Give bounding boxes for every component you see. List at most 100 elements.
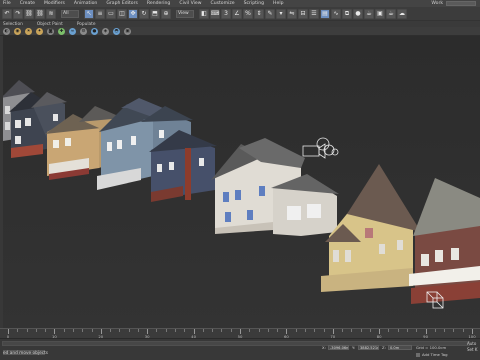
percent-snap-icon: %: [245, 10, 251, 17]
edit-named-sets-button[interactable]: ✎: [265, 8, 275, 19]
pivot-button[interactable]: ◧: [199, 8, 209, 19]
named-sets-button[interactable]: ▾: [276, 8, 286, 19]
camera-icon[interactable]: ◙: [47, 27, 54, 35]
menu-create[interactable]: Create: [20, 1, 35, 6]
layer-explorer-icon: ☰: [311, 10, 317, 17]
move-button[interactable]: ✥: [128, 8, 138, 19]
menu-customize[interactable]: Customize: [210, 1, 234, 6]
timeline-tick: [323, 329, 325, 332]
timeline-tick: [369, 329, 371, 332]
timeline-tick: [397, 329, 399, 332]
unlink-button[interactable]: ⛓: [35, 8, 45, 19]
spinner-snap-button[interactable]: ⇕: [254, 8, 264, 19]
redo-button[interactable]: ↷: [13, 8, 23, 19]
timeline-tick: [212, 329, 214, 332]
timeline-tick: [72, 329, 74, 332]
grid-size: Grid = 100.0cm: [416, 345, 447, 350]
lock-selection-icon[interactable]: ◉: [14, 27, 21, 35]
place-button[interactable]: ⊕: [161, 8, 171, 19]
menu-rendering[interactable]: Rendering: [147, 1, 170, 6]
light-icon[interactable]: ✦: [36, 27, 43, 35]
set-key-button[interactable]: Set K: [467, 347, 477, 353]
a360-render-button[interactable]: ☁: [397, 8, 407, 19]
menu-help[interactable]: Help: [273, 1, 283, 6]
mirror-button[interactable]: ⇋: [287, 8, 297, 19]
undo-button[interactable]: ↶: [2, 8, 12, 19]
layer-explorer-button[interactable]: ☰: [309, 8, 319, 19]
sphere-icon[interactable]: ●: [91, 27, 98, 35]
x-coord-field[interactable]: -3096.06m: [328, 345, 349, 350]
snap-toggle-icon: 3: [224, 10, 228, 17]
box-icon[interactable]: ▣: [124, 27, 131, 35]
key-mode-area: Auto Set K: [467, 341, 477, 353]
tab-object-paint[interactable]: Object Paint: [37, 22, 63, 27]
selection-filter-dropdown[interactable]: All: [61, 9, 79, 18]
timeline-tick: [258, 329, 260, 332]
render-setup-icon: ☕: [366, 10, 372, 17]
select-object-button[interactable]: ↖: [84, 8, 94, 19]
rect-select-button[interactable]: ▭: [106, 8, 116, 19]
menu-bar: File Create Modifiers Animation Graph Ed…: [0, 0, 480, 7]
keyboard-shortcut-icon: ⌨: [210, 10, 220, 17]
timeline-tick: [434, 329, 436, 332]
rotate-icon: ↻: [141, 10, 147, 17]
spacewarp-icon[interactable]: ≈: [69, 27, 76, 35]
curve-editor-icon: ∿: [333, 10, 339, 17]
timeline-tick: [407, 329, 409, 332]
lock-icon[interactable]: [416, 352, 420, 357]
tab-populate[interactable]: Populate: [77, 22, 96, 27]
percent-snap-button[interactable]: %: [243, 8, 253, 19]
sun-icon[interactable]: ☀: [25, 27, 32, 35]
scale-button[interactable]: ⬒: [150, 8, 160, 19]
add-time-tag[interactable]: Add Time Tag: [416, 352, 447, 357]
menu-file[interactable]: File: [3, 1, 11, 6]
select-by-name-button[interactable]: ≡: [95, 8, 105, 19]
toggle-ribbon-button[interactable]: ▤: [320, 8, 330, 19]
timeline-tick: [416, 329, 418, 332]
menu-graph-editors[interactable]: Graph Editors: [106, 1, 138, 6]
angle-snap-button[interactable]: ∠: [232, 8, 242, 19]
y-coord-label: Y:: [352, 345, 356, 350]
perspective-viewport[interactable]: [3, 36, 480, 328]
schematic-view-button[interactable]: ⧉: [342, 8, 352, 19]
link-button[interactable]: ⛓: [24, 8, 34, 19]
timeline-ruler[interactable]: 0 10 20 30 40 50 60 70 80 90 100: [0, 328, 480, 339]
keyboard-shortcut-button[interactable]: ⌨: [210, 8, 220, 19]
timeline-tick: [202, 329, 204, 332]
render-setup-button[interactable]: ☕: [364, 8, 374, 19]
bind-spacewarp-button[interactable]: ≋: [46, 8, 56, 19]
timeline-tick: [221, 329, 223, 332]
isolate-icon[interactable]: ◐: [3, 27, 10, 35]
teapot-icon[interactable]: ◓: [113, 27, 120, 35]
reference-coord-dropdown[interactable]: View: [176, 9, 194, 18]
helper-icon[interactable]: ✚: [58, 27, 65, 35]
rendered-frame-window-icon: ▣: [377, 10, 383, 17]
rotate-button[interactable]: ↻: [139, 8, 149, 19]
main-toolbar: ↶ ↷ ⛓ ⛓ ≋ All ↖ ≡ ▭ ◫ ✥ ↻ ⬒ ⊕ View ◧ ⌨ 3 ∠% ⇕ ✎ ▾ ⇋ ⊟ ☰ ▤ ∿ ⧉ ● ☕ ▣ ☕ ☁: [0, 7, 480, 21]
schematic-view-icon: ⧉: [344, 9, 350, 17]
y-coord-field[interactable]: 3882.521m: [358, 345, 379, 350]
rendered-frame-window-button[interactable]: ▣: [375, 8, 385, 19]
system-icon[interactable]: ⚙: [80, 27, 87, 35]
menu-civil-view[interactable]: Civil View: [179, 1, 201, 6]
workspace-dropdown[interactable]: [446, 1, 476, 6]
menu-scripting[interactable]: Scripting: [244, 1, 264, 6]
named-sets-icon: ▾: [279, 10, 283, 17]
timeline-tick: [137, 329, 139, 332]
curve-editor-button[interactable]: ∿: [331, 8, 341, 19]
align-button[interactable]: ⊟: [298, 8, 308, 19]
link-icon: ⛓: [25, 10, 33, 17]
material-editor-button[interactable]: ●: [353, 8, 363, 19]
z-coord-field[interactable]: 0.0m: [388, 345, 412, 350]
shapes-icon[interactable]: ◈: [102, 27, 109, 35]
tab-selection[interactable]: Selection: [3, 22, 23, 27]
workspace-selector[interactable]: Work: [431, 0, 476, 7]
render-production-button[interactable]: ☕: [386, 8, 396, 19]
menu-modifiers[interactable]: Modifiers: [44, 1, 65, 6]
viewport-scene: [3, 36, 480, 328]
timeline-tick: [230, 329, 232, 332]
toolbar-separator: [80, 9, 83, 19]
window-crossing-button[interactable]: ◫: [117, 8, 127, 19]
snap-toggle-button[interactable]: 3: [221, 8, 231, 19]
menu-animation[interactable]: Animation: [74, 1, 97, 6]
